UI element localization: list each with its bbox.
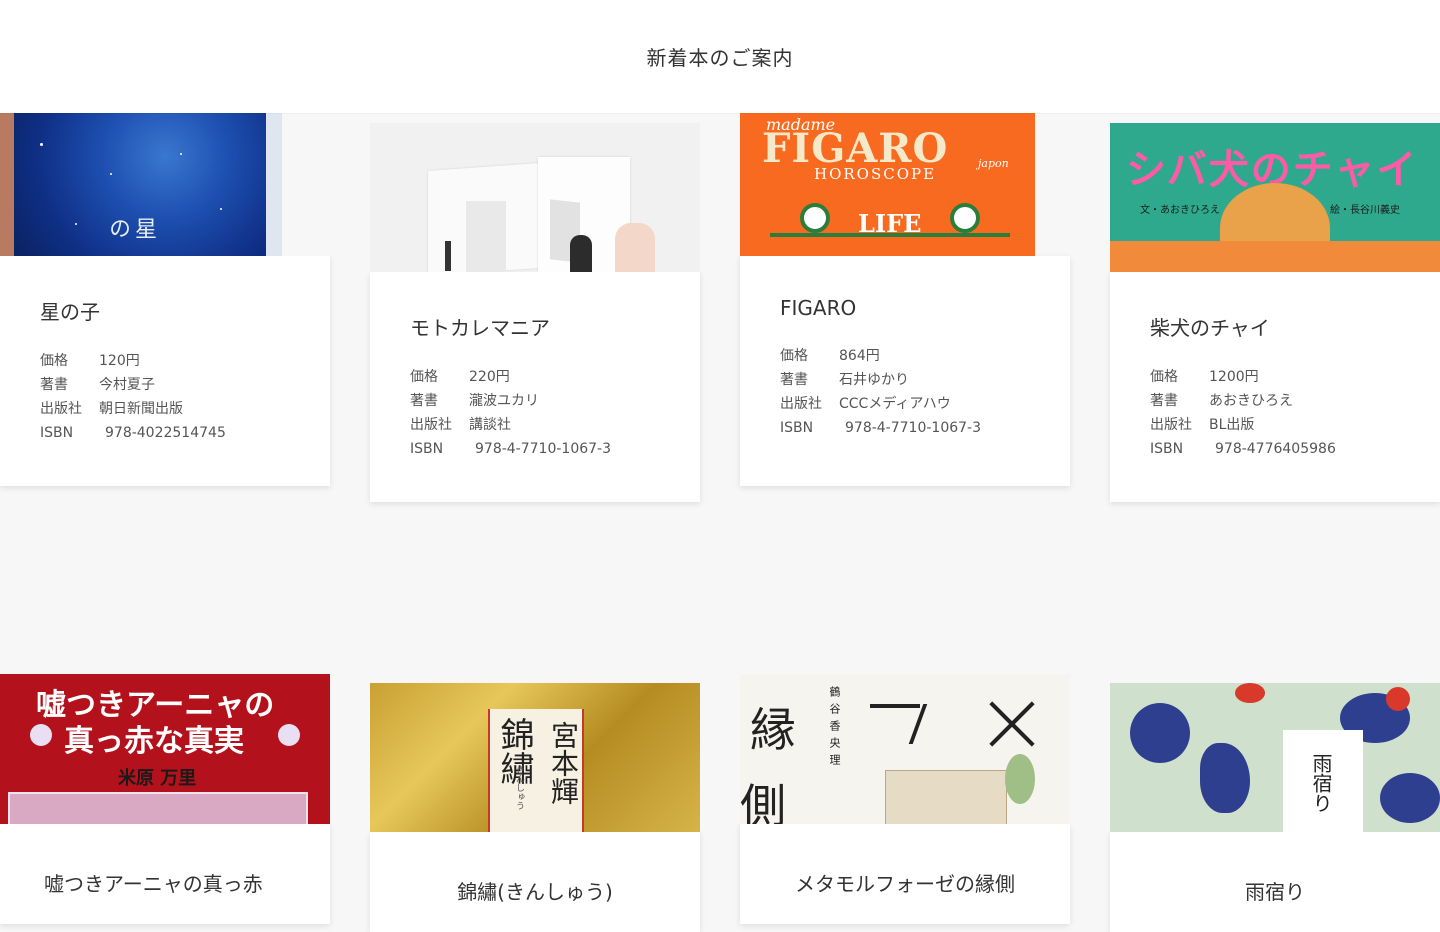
book-cover: 雨宿り [1110, 683, 1440, 832]
book-card[interactable]: シバ犬のチャイ 文・あおきひろえ 絵・長谷川義史 柴犬のチャイ 価格 1200円 … [1110, 123, 1440, 502]
page-title: 新着本のご案内 [646, 46, 794, 70]
book-card[interactable]: 星の 星の子 価格 120円 著書 今村夏子 出版社 朝日新聞出版 ISBN 978-4… [0, 113, 330, 486]
book-isbn: 978-4-7710-1067-3 [845, 420, 982, 436]
book-cover: 宮本輝 錦繡 きんしゅう [370, 683, 700, 832]
book-title: 星の子 [40, 300, 100, 324]
cover-text: 雨宿り [1309, 753, 1333, 813]
label-publisher: 出版社 [40, 401, 82, 417]
book-title: モトカレマニア [410, 316, 550, 340]
label-publisher: 出版社 [1150, 417, 1192, 433]
book-publisher: CCCメディアハウ [839, 396, 951, 412]
cover-text: japon [978, 157, 1009, 170]
label-publisher: 出版社 [780, 396, 822, 412]
book-price: 120円 [99, 353, 140, 369]
book-author: 今村夏子 [99, 377, 155, 393]
book-title: 柴犬のチャイ [1150, 316, 1270, 340]
book-publisher: BL出版 [1209, 417, 1255, 433]
book-publisher: 朝日新聞出版 [99, 401, 183, 417]
book-author: あおきひろえ [1209, 393, 1293, 409]
book-isbn: 978-4022514745 [105, 425, 226, 441]
cover-text: 絵・長谷川義史 [1330, 205, 1400, 216]
book-price: 864円 [839, 348, 880, 364]
cover-text: 宮本輝 [547, 721, 580, 805]
label-author: 著書 [780, 372, 808, 388]
book-isbn: 978-4-7710-1067-3 [475, 441, 612, 457]
label-price: 価格 [410, 369, 438, 385]
label-price: 価格 [780, 348, 808, 364]
book-cover: 星の [0, 113, 330, 256]
label-author: 著書 [410, 393, 438, 409]
book-title: メタモルフォーゼの縁側 [795, 872, 1015, 896]
cover-text: 真っ赤な真実 [64, 724, 244, 759]
cover-text: きんしゅう [514, 765, 524, 810]
book-cover: シバ犬のチャイ 文・あおきひろえ 絵・長谷川義史 [1110, 123, 1440, 272]
label-author: 著書 [40, 377, 68, 393]
cover-text: 文・あおきひろえ [1140, 205, 1220, 216]
book-cover: 嘘つきアーニャの 真っ赤な真実 米原 万里 [0, 674, 330, 824]
cover-text: 鶴谷香央理 [828, 686, 841, 771]
book-price: 1200円 [1209, 369, 1259, 385]
label-price: 価格 [1150, 369, 1178, 385]
book-author: 瀧波ユカリ [469, 393, 539, 409]
cover-text: 縁 [750, 703, 796, 757]
book-card[interactable]: 縁 側 鶴谷香央理 メタモルフォーゼの縁側 [740, 674, 1070, 924]
label-publisher: 出版社 [410, 417, 452, 433]
cover-text: HOROSCOPE [814, 165, 937, 183]
label-isbn: ISBN [410, 441, 444, 457]
book-card[interactable]: madame FIGARO japon HOROSCOPE LIFE FIGAR… [740, 113, 1070, 486]
book-card[interactable]: 嘘つきアーニャの 真っ赤な真実 米原 万里 嘘つきアーニャの真っ赤 [0, 674, 330, 924]
book-card[interactable]: 宮本輝 錦繡 きんしゅう 錦繡(きんしゅう) [370, 683, 700, 932]
label-isbn: ISBN [1150, 441, 1184, 457]
book-card[interactable]: モトカレマニア 価格 220円 著書 瀧波ユカリ 出版社 講談社 ISBN 978-4-… [370, 123, 700, 502]
book-publisher: 講談社 [469, 417, 511, 433]
book-isbn: 978-4776405986 [1215, 441, 1336, 457]
cover-text: 側 [740, 779, 786, 824]
label-isbn: ISBN [780, 420, 814, 436]
book-card[interactable]: 雨宿り 雨宿り [1110, 683, 1440, 932]
label-author: 著書 [1150, 393, 1178, 409]
label-isbn: ISBN [40, 425, 74, 441]
book-title: 雨宿り [1245, 880, 1305, 904]
book-title: 錦繡(きんしゅう) [457, 880, 613, 904]
book-cover [370, 123, 700, 272]
book-cover: 縁 側 鶴谷香央理 [740, 674, 1070, 824]
cover-text: 米原 万里 [118, 768, 197, 789]
book-title: FIGARO [780, 296, 857, 320]
label-price: 価格 [40, 353, 68, 369]
book-price: 220円 [469, 369, 510, 385]
book-author: 石井ゆかり [839, 372, 909, 388]
page-header: 新着本のご案内 [0, 0, 1440, 113]
cover-text: 星の [105, 217, 156, 239]
book-cover: madame FIGARO japon HOROSCOPE LIFE [740, 113, 1035, 256]
book-title: 嘘つきアーニャの真っ赤 [44, 872, 263, 896]
